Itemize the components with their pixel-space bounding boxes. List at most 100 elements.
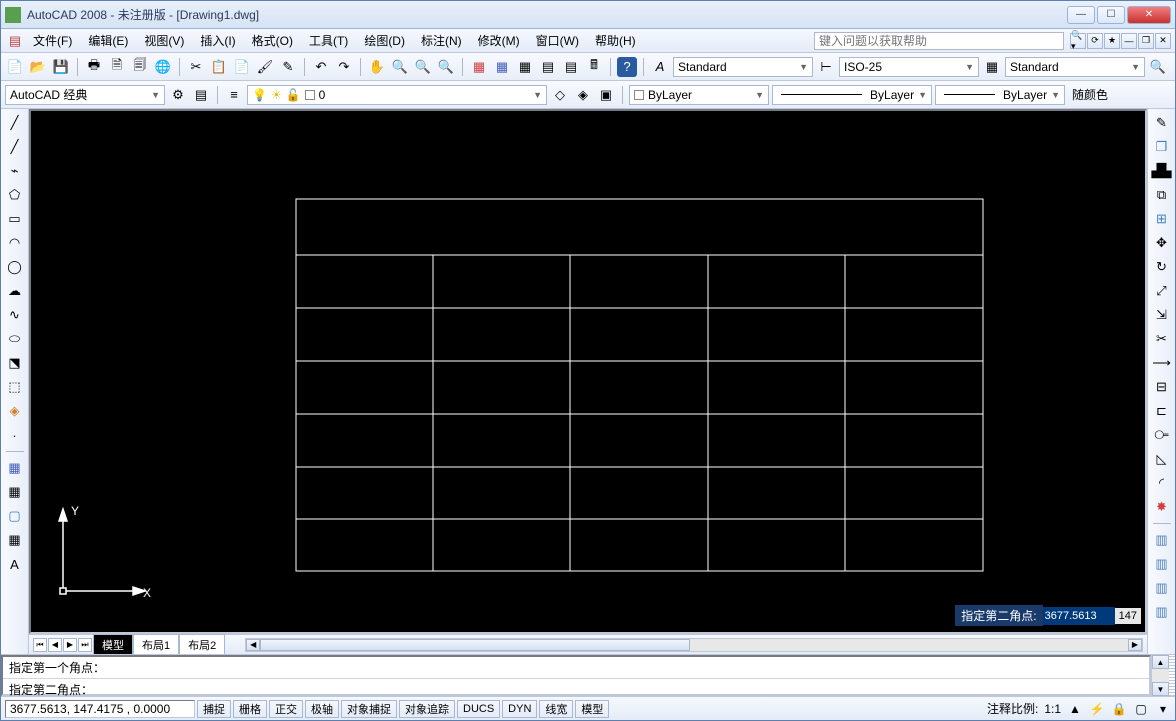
menu-file[interactable]: 文件(F) [25,30,80,51]
menu-edit[interactable]: 编辑(E) [80,30,136,51]
stretch-icon[interactable]: ⇲ [1152,305,1172,325]
annot-scale-value[interactable]: 1:1 [1044,702,1061,716]
doc-close-button[interactable]: ✕ [1155,33,1171,49]
hscroll-right-icon[interactable]: ▶ [1128,639,1142,651]
cut-icon[interactable]: ✂ [186,57,206,77]
tab-prev-icon[interactable]: ◀ [48,638,62,652]
move-icon[interactable]: ✥ [1152,233,1172,253]
3ddwf-icon[interactable]: 🌐 [153,57,173,77]
layer-prev-icon[interactable]: ◇ [550,85,570,105]
offset-icon[interactable]: ⧉ [1152,185,1172,205]
toggle-snap[interactable]: 捕捉 [197,700,231,718]
xline-icon[interactable]: ╱ [5,137,25,157]
vscroll-down-icon[interactable]: ▼ [1152,682,1169,696]
vscroll-up-icon[interactable]: ▲ [1152,655,1169,669]
color-combo[interactable]: ByLayer▼ [629,85,769,105]
status-tray-icon[interactable]: ▢ [1133,701,1149,717]
help-icon[interactable]: ? [617,57,637,77]
palette1-icon[interactable]: ▥ [1152,530,1172,550]
pan-icon[interactable]: ✋ [367,57,387,77]
quickcalc-icon[interactable]: 🖩 [584,57,604,77]
annot-scale-icon[interactable]: ▲ [1067,701,1083,717]
tab-last-icon[interactable]: ⏭ [78,638,92,652]
layer-manager-icon[interactable]: ≡ [224,85,244,105]
doc-restore-button[interactable]: ❐ [1138,33,1154,49]
match-prop-icon[interactable]: 🖌 [255,57,275,77]
line-icon[interactable]: ╱ [5,113,25,133]
hatch-icon[interactable]: ▦ [5,458,25,478]
copy-icon[interactable]: 📋 [209,57,229,77]
maximize-button[interactable]: ☐ [1097,6,1125,24]
print-icon[interactable]: 🖶 [84,57,104,77]
explode-icon[interactable]: ✸ [1152,497,1172,517]
tab-layout1[interactable]: 布局1 [133,634,179,655]
region-icon[interactable]: ▢ [5,506,25,526]
array-icon[interactable]: ⊞ [1152,209,1172,229]
workspace-combo[interactable]: AutoCAD 经典▼ [5,85,165,105]
join-icon[interactable]: ⧃ [1152,425,1172,445]
mirror-icon[interactable]: ▟▙ [1152,161,1172,181]
zoom-realtime-icon[interactable]: 🔍 [390,57,410,77]
layer-states-icon[interactable]: ◈ [573,85,593,105]
circle-icon[interactable]: ◯ [5,257,25,277]
revcloud-icon[interactable]: ☁ [5,281,25,301]
menu-window[interactable]: 窗口(W) [528,30,587,51]
palette3-icon[interactable]: ▥ [1152,578,1172,598]
coordinates-display[interactable]: 3677.5613, 147.4175 , 0.0000 [5,700,195,718]
make-block-icon[interactable]: ◈ [5,401,25,421]
menu-view[interactable]: 视图(V) [136,30,192,51]
hscrollbar[interactable]: ◀ ▶ [245,638,1143,652]
toggle-ortho[interactable]: 正交 [269,700,303,718]
search-icon[interactable]: 🔍▾ [1070,33,1086,49]
block-editor-icon[interactable]: ✎ [278,57,298,77]
menu-draw[interactable]: 绘图(D) [356,30,413,51]
undo-icon[interactable]: ↶ [311,57,331,77]
doc-minimize-button[interactable]: — [1121,33,1137,49]
print-preview-icon[interactable]: 🗎 [107,57,127,77]
minimize-button[interactable]: — [1067,6,1095,24]
menu-format[interactable]: 格式(O) [244,30,301,51]
tool-palettes-icon[interactable]: ▦ [515,57,535,77]
toggle-model[interactable]: 模型 [575,700,609,718]
search-icon2[interactable]: 🔍 [1148,57,1168,77]
tab-model[interactable]: 模型 [93,634,133,655]
toggle-ducs[interactable]: DUCS [457,700,500,718]
insert-block-icon[interactable]: ⬚ [5,377,25,397]
help-search-input[interactable] [814,32,1064,50]
menu-insert[interactable]: 插入(I) [192,30,243,51]
palette4-icon[interactable]: ▥ [1152,602,1172,622]
rotate-icon[interactable]: ↻ [1152,257,1172,277]
dyn-prompt-input[interactable] [1043,607,1115,625]
lineweight-combo[interactable]: ByLayer▼ [935,85,1065,105]
menu-dimension[interactable]: 标注(N) [413,30,470,51]
arc-icon[interactable]: ◠ [5,233,25,253]
favorites-icon[interactable]: ★ [1104,33,1120,49]
menu-modify[interactable]: 修改(M) [470,30,528,51]
close-button[interactable]: ✕ [1127,6,1171,24]
hscroll-thumb[interactable] [260,639,690,651]
text-style-combo[interactable]: Standard▼ [673,57,813,77]
lock-ui-icon[interactable]: 🔒 [1111,701,1127,717]
point-icon[interactable]: · [5,425,25,445]
workspace-settings-icon[interactable]: ⚙ [168,85,188,105]
linetype-combo[interactable]: ByLayer▼ [772,85,932,105]
workspace-save-icon[interactable]: ▤ [191,85,211,105]
ellipse-icon[interactable]: ⬭ [5,329,25,349]
properties-icon[interactable]: ▦ [469,57,489,77]
mtext-icon[interactable]: A [5,554,25,574]
toggle-dyn[interactable]: DYN [502,700,537,718]
table-style-combo[interactable]: Standard▼ [1005,57,1145,77]
open-icon[interactable]: 📂 [28,57,48,77]
hscroll-left-icon[interactable]: ◀ [246,639,260,651]
tab-first-icon[interactable]: ⏮ [33,638,47,652]
command-vscrollbar[interactable]: ▲ ▼ [1151,655,1169,696]
markup-icon[interactable]: ▤ [561,57,581,77]
save-icon[interactable]: 💾 [51,57,71,77]
annot-vis-icon[interactable]: ⚡ [1089,701,1105,717]
trim-icon[interactable]: ✂ [1152,329,1172,349]
tab-next-icon[interactable]: ▶ [63,638,77,652]
polygon-icon[interactable]: ⬠ [5,185,25,205]
redo-icon[interactable]: ↷ [334,57,354,77]
spline-icon[interactable]: ∿ [5,305,25,325]
copy-obj-icon[interactable]: ❐ [1152,137,1172,157]
